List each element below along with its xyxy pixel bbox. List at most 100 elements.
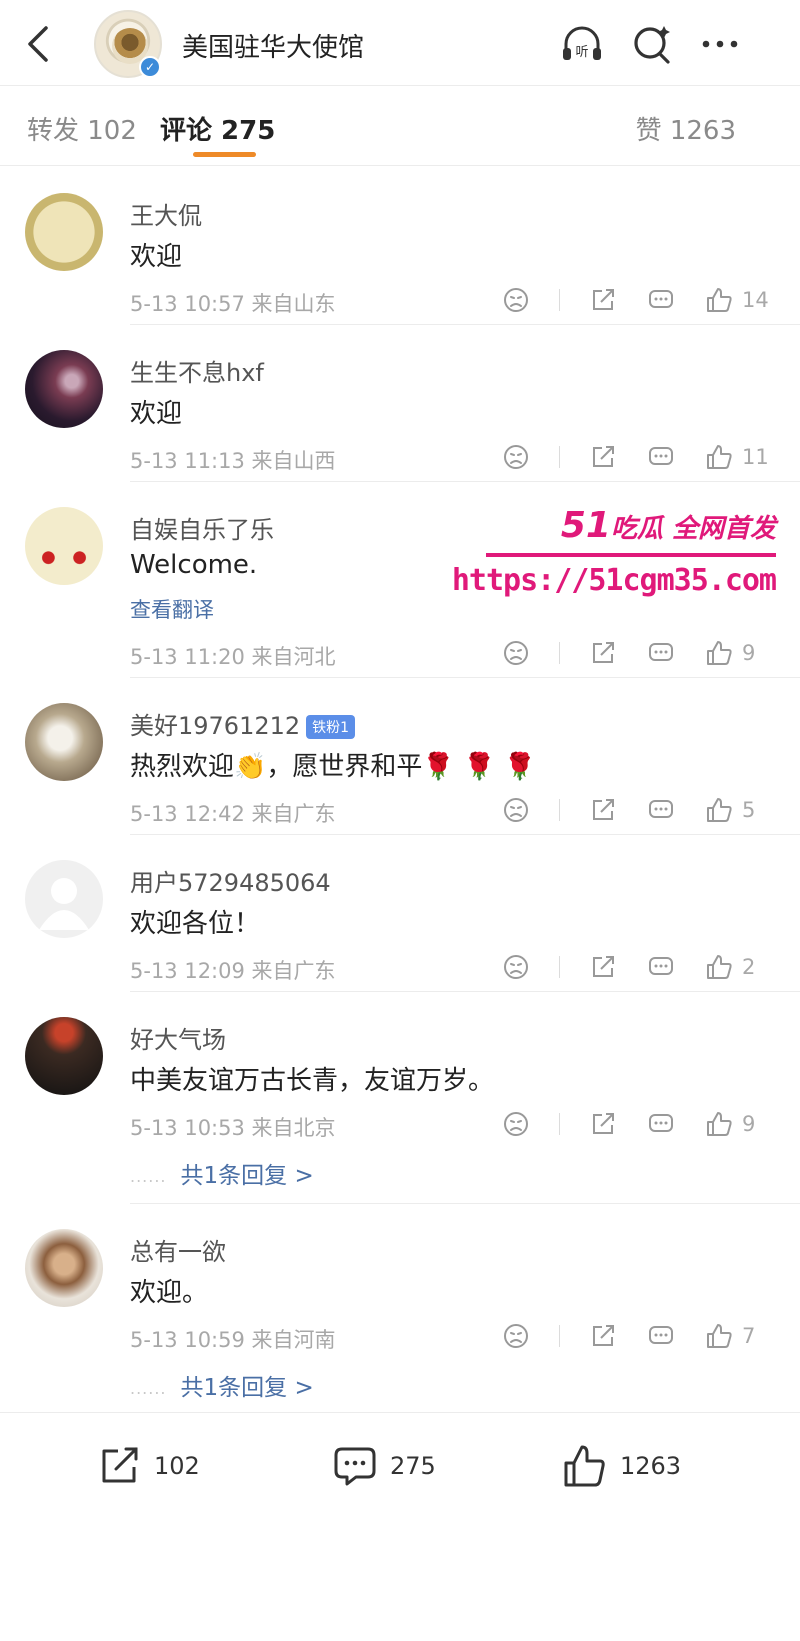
avatar[interactable]	[25, 860, 103, 938]
watermark-url: https://51cgm35.com	[451, 563, 777, 598]
like-icon[interactable]	[704, 1321, 734, 1351]
repost-icon	[102, 1447, 138, 1483]
comment-meta: 5-13 11:13 来自山西	[130, 449, 336, 473]
tab-likes[interactable]: 赞 1263	[636, 110, 736, 147]
translate-link[interactable]: 查看翻译	[130, 594, 214, 624]
like-button[interactable]: 1263	[562, 1441, 681, 1491]
like-count: 2	[742, 955, 756, 979]
reply-icon[interactable]	[646, 1321, 676, 1351]
comment-actions: 11	[501, 442, 770, 472]
share-icon[interactable]	[588, 1321, 618, 1351]
share-icon[interactable]	[588, 795, 618, 825]
share-icon[interactable]	[588, 952, 618, 982]
avatar[interactable]	[25, 1017, 103, 1095]
avatar[interactable]	[25, 507, 103, 585]
comment-meta: 5-13 11:20 来自河北	[130, 645, 336, 669]
comment-item: 总有一欲 欢迎。 5-13 10:59 来自河南 7 ...... 共1条回复 >	[0, 1204, 800, 1404]
comment-author[interactable]: 总有一欲	[130, 1232, 226, 1267]
tab-bar: 转发 102 评论 275 赞 1263	[0, 86, 800, 166]
comment-text: 欢迎	[130, 399, 183, 429]
like-count: 14	[742, 288, 769, 312]
comment-actions: 14	[501, 285, 770, 315]
comment-author[interactable]: 自娱自乐了乐	[130, 510, 274, 545]
comment-actions: 9	[501, 1109, 770, 1139]
dislike-icon[interactable]	[501, 952, 531, 982]
comment-count: 275	[390, 1452, 436, 1480]
share-icon[interactable]	[588, 442, 618, 472]
comment-text: 热烈欢迎👏，愿世界和平🌹 🌹 🌹	[130, 752, 537, 782]
like-icon[interactable]	[704, 1109, 734, 1139]
avatar[interactable]	[25, 703, 103, 781]
comment-item: 美好19761212 铁粉1 热烈欢迎👏，愿世界和平🌹 🌹 🌹 5-13 12:4…	[0, 678, 800, 835]
comment-meta: 5-13 10:59 来自河南	[130, 1328, 336, 1352]
comment-icon	[334, 1447, 376, 1486]
comment-meta: 5-13 12:42 来自广东	[130, 802, 336, 826]
reply-icon[interactable]	[646, 795, 676, 825]
dislike-icon[interactable]	[501, 795, 531, 825]
like-count-total: 1263	[620, 1452, 682, 1480]
top-bar: ✓ 美国驻华大使馆 听	[0, 0, 800, 86]
account-title[interactable]: 美国驻华大使馆	[182, 27, 364, 64]
reply-icon[interactable]	[646, 952, 676, 982]
comment-author[interactable]: 生生不息hxf	[130, 353, 264, 388]
dislike-icon[interactable]	[501, 442, 531, 472]
back-icon[interactable]	[20, 22, 60, 66]
comment-text: 欢迎各位！	[130, 909, 261, 939]
like-icon[interactable]	[704, 952, 734, 982]
comment-author[interactable]: 王大侃	[130, 196, 202, 231]
comment-item: 用户5729485064 欢迎各位！ 5-13 12:09 来自广东 2	[0, 835, 800, 992]
comment-meta: 5-13 10:57 来自山东	[130, 292, 336, 316]
svg-text:听: 听	[575, 45, 588, 60]
tab-comments[interactable]: 评论 275	[160, 110, 275, 147]
active-tab-indicator	[193, 152, 256, 157]
comment-actions: 2	[501, 952, 770, 982]
view-replies-link[interactable]: ...... 共1条回复 >	[130, 1156, 314, 1190]
avatar[interactable]	[25, 193, 103, 271]
comment-item: 生生不息hxf 欢迎 5-13 11:13 来自山西 11	[0, 325, 800, 482]
comment-button[interactable]: 275	[332, 1441, 436, 1491]
like-count: 7	[742, 1324, 756, 1348]
fan-badge: 铁粉1	[306, 715, 356, 739]
watermark: 51吃瓜 全网首发 https://51cgm35.com	[452, 505, 777, 605]
watermark-line	[486, 553, 776, 557]
search-icon[interactable]	[630, 22, 674, 66]
more-icon[interactable]	[698, 22, 742, 66]
reply-icon[interactable]	[646, 638, 676, 668]
comment-author[interactable]: 美好19761212 铁粉1	[130, 706, 356, 741]
listen-icon[interactable]: 听	[560, 22, 604, 66]
reply-icon[interactable]	[646, 442, 676, 472]
like-icon[interactable]	[704, 638, 734, 668]
repost-button[interactable]: 102	[96, 1441, 200, 1491]
comment-text: 中美友谊万古长青，友谊万岁。	[130, 1066, 495, 1096]
bottom-action-bar: 102 275 1263	[0, 1412, 800, 1641]
tab-reposts[interactable]: 转发 102	[27, 110, 137, 147]
reply-icon[interactable]	[646, 285, 676, 315]
dislike-icon[interactable]	[501, 1321, 531, 1351]
watermark-brand: 51吃瓜 全网首发	[560, 505, 776, 546]
comment-text: 欢迎	[130, 242, 183, 272]
like-icon[interactable]	[704, 795, 734, 825]
comment-meta: 5-13 12:09 来自广东	[130, 959, 336, 983]
share-icon[interactable]	[588, 638, 618, 668]
reply-icon[interactable]	[646, 1109, 676, 1139]
like-count: 5	[742, 798, 756, 822]
comment-actions: 9	[501, 638, 770, 668]
avatar[interactable]	[25, 1229, 103, 1307]
dislike-icon[interactable]	[501, 285, 531, 315]
avatar[interactable]	[25, 350, 103, 428]
dislike-icon[interactable]	[501, 638, 531, 668]
comment-item: 王大侃 欢迎 5-13 10:57 来自山东 14	[0, 168, 800, 325]
comment-meta: 5-13 10:53 来自北京	[130, 1116, 336, 1140]
thumbs-up-icon	[564, 1445, 605, 1487]
comment-author[interactable]: 好大气场	[130, 1020, 226, 1055]
like-icon[interactable]	[704, 285, 734, 315]
share-icon[interactable]	[588, 285, 618, 315]
dislike-icon[interactable]	[501, 1109, 531, 1139]
like-icon[interactable]	[704, 442, 734, 472]
comment-item: 好大气场 中美友谊万古长青，友谊万岁。 5-13 10:53 来自北京 9 ..…	[0, 992, 800, 1204]
like-count: 9	[742, 641, 756, 665]
share-icon[interactable]	[588, 1109, 618, 1139]
default-user-icon	[39, 878, 89, 930]
comment-author[interactable]: 用户5729485064	[130, 863, 331, 898]
view-replies-link[interactable]: ...... 共1条回复 >	[130, 1368, 314, 1402]
